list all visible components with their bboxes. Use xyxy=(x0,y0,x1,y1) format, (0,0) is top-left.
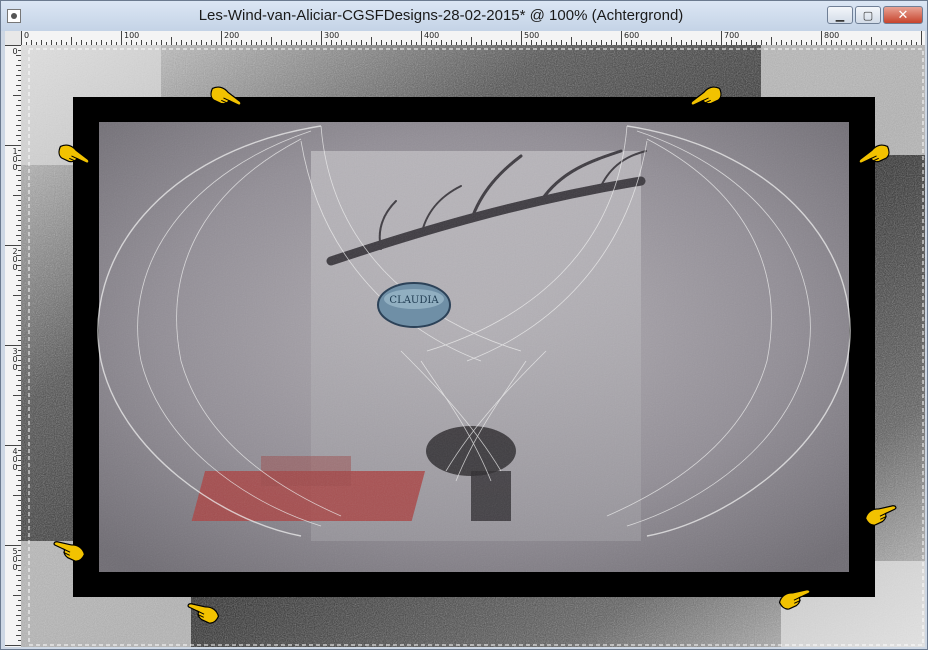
ruler-label: 1 0 0 xyxy=(12,147,18,172)
window-controls: ▁ ▢ ✕ xyxy=(827,6,923,24)
watermark-text: CLAUDIA xyxy=(389,295,439,306)
ruler-label: 400 xyxy=(424,31,440,40)
window-title: Les-Wind-van-Aliciar-CGSFDesigns-28-02-2… xyxy=(198,7,684,24)
wire-texture xyxy=(99,122,849,572)
ruler-label: 800 xyxy=(824,31,840,40)
ruler-label: 0 xyxy=(24,31,30,40)
ruler-corner xyxy=(5,31,22,46)
ruler-label: 200 xyxy=(224,31,240,40)
image-window: Les-Wind-van-Aliciar-CGSFDesigns-28-02-2… xyxy=(0,0,928,650)
ruler-label: 5 0 0 xyxy=(12,547,18,572)
horizontal-ruler[interactable]: 0 100 200 300 400 500 600 700 800 xyxy=(21,31,925,46)
minimize-button[interactable]: ▁ xyxy=(827,6,853,24)
artwork: CLAUDIA xyxy=(21,45,925,647)
ruler-label: 600 xyxy=(624,31,640,40)
horizontal-ruler-ticks xyxy=(21,31,922,45)
maximize-button[interactable]: ▢ xyxy=(855,6,881,24)
close-button[interactable]: ✕ xyxy=(883,6,923,24)
ruler-label: 2 0 0 xyxy=(12,247,18,272)
ruler-label: 3 0 0 xyxy=(12,347,18,372)
ruler-label: 0 xyxy=(12,47,18,56)
ruler-label: 100 xyxy=(124,31,140,40)
window-titlebar[interactable]: Les-Wind-van-Aliciar-CGSFDesigns-28-02-2… xyxy=(1,1,927,31)
vertical-ruler[interactable]: 0 1 0 0 2 0 0 3 0 0 4 0 0 5 0 0 xyxy=(5,45,22,647)
ruler-label: 700 xyxy=(724,31,740,40)
ruler-label: 4 0 0 xyxy=(12,447,18,472)
image-canvas[interactable]: CLAUDIA xyxy=(21,45,925,647)
ruler-label: 500 xyxy=(524,31,540,40)
ruler-label: 300 xyxy=(324,31,340,40)
